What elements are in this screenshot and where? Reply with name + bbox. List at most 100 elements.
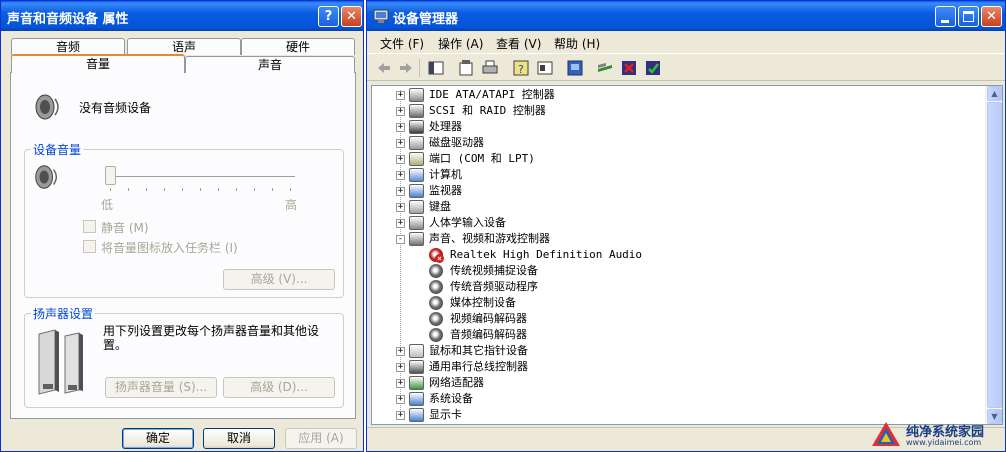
tab-0[interactable]: 音频 [11,38,125,55]
device-tree-pane: + IDE ATA/ATAPI 控制器 + SCSI 和 RAID 控制器 + 处理器 + 磁… [371,85,1003,425]
expand-icon[interactable]: + [396,347,405,356]
tree-item-label: 鼠标和其它指针设备 [429,344,528,357]
expand-icon[interactable]: + [396,395,405,404]
toolbar-separator [419,59,420,77]
scan-hardware-icon[interactable] [566,59,584,77]
minimize-button[interactable] [935,6,956,27]
menu-view[interactable]: 查看 (V) [496,35,541,52]
scroll-up-button[interactable]: ▲ [987,86,1002,101]
slider-tick [110,188,111,191]
tree-item-label: 网络适配器 [429,376,484,389]
tray-icon-checkbox[interactable] [83,240,96,253]
menu-help[interactable]: 帮助 (H) [554,35,600,52]
device-icon [409,344,424,358]
help-button[interactable]: ? [318,6,339,27]
device-icon [409,168,424,182]
expand-icon[interactable]: + [396,91,405,100]
speakers-image-icon [38,329,83,395]
expand-icon[interactable]: + [396,219,405,228]
device-manager-titlebar[interactable]: 设备管理器 ✕ [367,1,1005,31]
tree-item-label: IDE ATA/ATAPI 控制器 [429,88,555,101]
speaker-advanced-button[interactable]: 高级 (D)... [223,377,335,398]
slider-tick [290,188,291,191]
device-icon [429,264,443,278]
expand-icon[interactable]: + [396,411,405,420]
uninstall-icon[interactable] [620,59,638,77]
speaker-volume-button[interactable]: 扬声器音量 (S)... [105,377,217,398]
device-volume-title: 设备音量 [31,141,84,158]
tree-item-label: 传统音频驱动程序 [450,280,538,293]
vertical-scrollbar[interactable]: ▲ ▼ [985,86,1002,424]
collapse-icon[interactable]: - [396,235,405,244]
expand-icon[interactable]: + [396,379,405,388]
tab-row2-1[interactable]: 声音 [185,56,355,73]
dialog-titlebar[interactable]: 声音和音频设备 属性 ? ✕ [1,1,363,31]
back-icon[interactable] [375,59,393,77]
device-icon [409,232,424,246]
tree-item-label: 计算机 [429,168,462,181]
tab-2[interactable]: 硬件 [241,38,355,55]
device-icon [409,200,424,214]
menu-file[interactable]: 文件 (F) [380,35,424,52]
tab-row2-0[interactable]: 音量 [11,54,185,73]
expand-icon[interactable]: + [396,107,405,116]
device-icon [409,376,424,390]
properties-icon[interactable] [457,59,475,77]
scroll-thumb[interactable] [987,102,1002,408]
device-tree: + IDE ATA/ATAPI 控制器 + SCSI 和 RAID 控制器 + 处理器 + 磁… [372,86,985,424]
watermark-logo: 纯净系统家园 www.yidaimei.com [866,418,1006,452]
device-icon [429,296,443,310]
svg-text:?: ? [518,63,524,76]
show-hide-tree-icon[interactable] [427,59,445,77]
tree-item-label: 磁盘驱动器 [429,136,484,149]
tab-1[interactable]: 语声 [127,38,241,55]
dialog-title: 声音和音频设备 属性 [7,12,129,27]
close-button[interactable]: ✕ [341,6,362,27]
slider-tick [218,188,219,191]
expand-icon[interactable]: + [396,155,405,164]
help-icon[interactable]: ? [512,59,530,77]
maximize-icon [963,11,974,22]
tree-item-label: 显示卡 [429,408,462,421]
menu-action[interactable]: 操作 (A) [438,35,483,52]
expand-icon[interactable]: + [396,203,405,212]
dm-close-button[interactable]: ✕ [981,6,1002,27]
expand-icon[interactable]: + [396,123,405,132]
close-icon: ✕ [986,9,997,24]
slider-thumb[interactable] [105,166,116,185]
device-icon [429,312,443,326]
tree-item-label: 系统设备 [429,392,473,405]
tree-item-label: Realtek High Definition Audio [450,248,643,261]
expand-icon[interactable]: + [396,187,405,196]
volume-slider[interactable] [105,166,295,196]
tree-item-label: 端口 (COM 和 LPT) [429,152,535,165]
slider-tick [236,188,237,191]
device-volume-group: 设备音量 低 高 静音 (M) 将音量图标放入任务栏 (I) 高级 (V)... [24,141,344,298]
device-manager-app-icon [373,9,389,23]
device-icon [409,392,424,406]
cancel-button[interactable]: 取消 [203,428,275,449]
ok-button[interactable]: 确定 [122,428,194,449]
device-icon [429,280,443,294]
slider-tick [272,188,273,191]
enable-device-icon[interactable] [644,59,662,77]
slider-tick [128,188,129,191]
apply-button[interactable]: 应用 (A) [285,428,357,449]
slider-tick [164,188,165,191]
forward-icon[interactable] [397,59,415,77]
mute-checkbox[interactable] [83,220,96,233]
expand-icon[interactable]: + [396,171,405,180]
tree-item-label: 通用串行总线控制器 [429,360,528,373]
details-icon[interactable] [536,59,554,77]
tree-item-label: 监视器 [429,184,462,197]
expand-icon[interactable]: + [396,363,405,372]
update-driver-icon[interactable] [596,59,614,77]
print-icon[interactable] [481,59,499,77]
menu-bar: 文件 (F) 操作 (A) 查看 (V) 帮助 (H) [367,31,1005,53]
device-manager-title: 设备管理器 [393,12,459,27]
toolbar: ? [367,53,1005,81]
volume-high-label: 高 [285,198,298,212]
maximize-button[interactable] [958,6,979,27]
expand-icon[interactable]: + [396,139,405,148]
device-advanced-button[interactable]: 高级 (V)... [223,269,335,290]
